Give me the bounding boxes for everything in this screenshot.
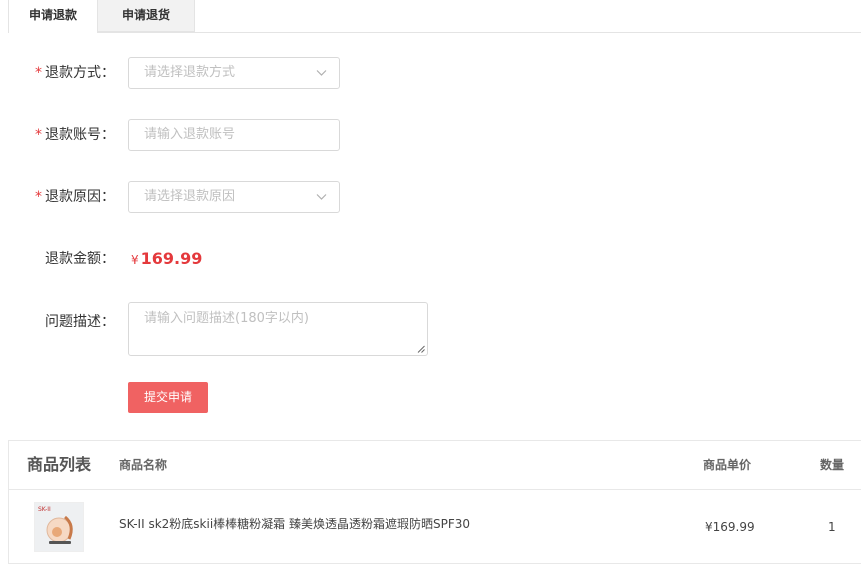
- product-image-icon: SK-II: [35, 503, 83, 551]
- chevron-down-icon: [316, 194, 327, 200]
- product-price: ¥169.99: [705, 520, 755, 534]
- product-list: 商品列表 商品名称 商品单价 数量 SK-II SK-II sk2粉底skii棒…: [8, 440, 861, 564]
- refund-reason-row: * 退款原因： 请选择退款原因: [0, 181, 861, 213]
- refund-method-label: * 退款方式：: [35, 57, 115, 89]
- column-header-qty: 数量: [820, 458, 845, 472]
- tab-bar: 申请退款 申请退货: [8, 0, 861, 33]
- required-mark: *: [35, 127, 42, 143]
- thumb-brand-label: SK-II: [38, 506, 51, 513]
- refund-reason-label-text: 退款原因：: [45, 189, 115, 205]
- refund-account-label: * 退款账号：: [35, 119, 115, 151]
- table-row: SK-II SK-II sk2粉底skii棒棒糖粉凝霜 臻美焕透晶透粉霜遮瑕防晒…: [9, 490, 861, 564]
- refund-reason-label: * 退款原因：: [35, 181, 115, 213]
- refund-amount-row: 退款金额： ¥169.99: [0, 243, 861, 275]
- submit-button[interactable]: 提交申请: [128, 382, 208, 413]
- required-mark: *: [35, 189, 42, 205]
- chevron-down-icon: [316, 70, 327, 76]
- product-list-header: 商品列表 商品名称 商品单价 数量: [9, 441, 861, 490]
- refund-reason-placeholder: 请选择退款原因: [144, 189, 236, 204]
- currency-symbol: ¥: [131, 253, 139, 267]
- refund-method-label-text: 退款方式：: [45, 65, 115, 81]
- refund-method-row: * 退款方式： 请选择退款方式: [0, 57, 861, 89]
- tab-apply-refund[interactable]: 申请退款: [8, 0, 98, 33]
- refund-method-select[interactable]: 请选择退款方式: [128, 57, 340, 89]
- refund-amount-label: 退款金额：: [45, 251, 115, 267]
- refund-amount-value: ¥169.99: [131, 243, 202, 275]
- product-thumbnail[interactable]: SK-II: [34, 502, 84, 552]
- description-label: 问题描述：: [45, 314, 115, 330]
- product-quantity: 1: [828, 520, 836, 534]
- refund-account-placeholder: 请输入退款账号: [144, 127, 236, 142]
- column-header-price: 商品单价: [703, 458, 752, 472]
- refund-method-placeholder: 请选择退款方式: [144, 65, 236, 80]
- column-header-name: 商品名称: [119, 458, 168, 472]
- product-list-title: 商品列表: [27, 455, 92, 474]
- refund-account-input[interactable]: 请输入退款账号: [128, 119, 340, 151]
- description-textarea[interactable]: 请输入问题描述(180字以内): [128, 302, 428, 356]
- refund-account-row: * 退款账号： 请输入退款账号: [0, 119, 861, 151]
- tab-apply-return[interactable]: 申请退货: [97, 0, 195, 32]
- product-name-link[interactable]: SK-II sk2粉底skii棒棒糖粉凝霜 臻美焕透晶透粉霜遮瑕防晒SPF30: [119, 516, 470, 532]
- amount-number: 169.99: [140, 249, 203, 268]
- refund-reason-select[interactable]: 请选择退款原因: [128, 181, 340, 213]
- resize-handle-icon[interactable]: [417, 345, 425, 353]
- description-placeholder: 请输入问题描述(180字以内): [144, 311, 309, 326]
- refund-account-label-text: 退款账号：: [45, 127, 115, 143]
- required-mark: *: [35, 65, 42, 81]
